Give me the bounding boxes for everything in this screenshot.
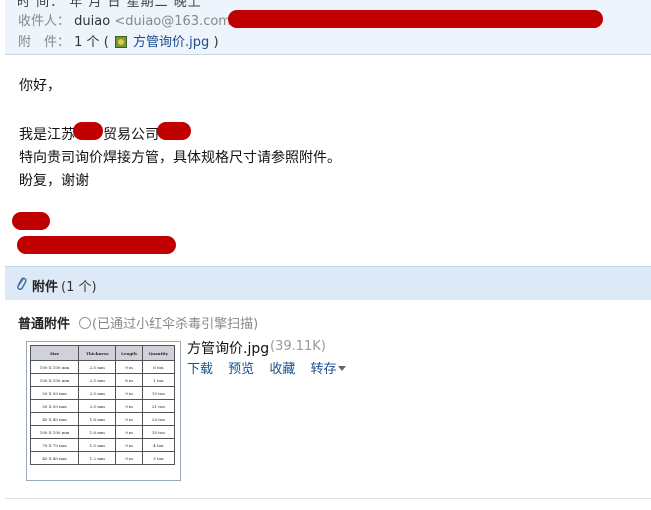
thumbnail-row: 100 X 100 mm 2.5 mm 6 m1 ton bbox=[29, 373, 176, 387]
thumbnail-cell: 20 ton bbox=[141, 412, 176, 426]
redaction-mark bbox=[12, 212, 50, 230]
attachment-close: ) bbox=[213, 35, 219, 50]
recipient-address[interactable]: <duiao@163.com>; bbox=[114, 14, 246, 29]
attachments-count: (1 个) bbox=[61, 280, 97, 295]
attachment-actions: 下载 预览 收藏 转存 bbox=[187, 358, 347, 377]
normal-attachments-title: 普通附件 bbox=[18, 317, 71, 332]
thumbnail-cell: 1.5 mm bbox=[78, 438, 117, 452]
thumbnail-header-cell: Quantity bbox=[141, 345, 176, 361]
thumbnail-cell: 6 m bbox=[115, 373, 143, 387]
thumbnail-row: 100 X 100 mm 1.8 mm 9 m 10 ton bbox=[29, 425, 176, 439]
thumbnail-cell: 100 X 100 mm bbox=[29, 360, 80, 374]
thumbnail-cell: 10 ton bbox=[141, 386, 176, 400]
mail-header: 时 间： 年 月 日 星期二 晚上 收件人： duiao <duiao@163.… bbox=[5, 0, 651, 55]
thumbnail-cell: 50 X 50 mm bbox=[29, 399, 80, 413]
thumbnail-cell: 40 X 40 mm bbox=[29, 412, 80, 426]
thumbnail-cell: 9 m bbox=[115, 412, 143, 426]
image-file-icon bbox=[114, 36, 127, 48]
preview-link[interactable]: 预览 bbox=[228, 362, 254, 377]
thumbnail-header-cell: Thickness bbox=[78, 345, 117, 361]
attachment-count: 1 个 ( bbox=[74, 35, 109, 50]
thumbnail-row: 50 X 50 mm 2.5 mm 9 m 21 ton bbox=[29, 399, 176, 413]
thumbnail-cell: 9 m bbox=[115, 451, 143, 465]
recipient-row: 收件人： duiao <duiao@163.com>; bbox=[18, 10, 246, 29]
thumbnail-cell: 100 X 100 mm bbox=[29, 425, 80, 439]
thumbnail-cell: 2.5 mm bbox=[78, 373, 117, 387]
thumbnail-cell: 2.5 mm bbox=[78, 360, 117, 374]
chevron-down-icon[interactable] bbox=[338, 366, 347, 371]
redaction-mark bbox=[157, 122, 191, 140]
thumbnail-cell: 2.5 mm bbox=[78, 399, 117, 413]
attachments-title: 附件 bbox=[32, 280, 59, 295]
save-to-label: 转存 bbox=[310, 362, 337, 377]
thumbnail-cell: 9 m bbox=[115, 399, 143, 413]
thumbnail-header-cell: Length bbox=[115, 345, 143, 361]
attachment-link[interactable]: 方管询价.jpg bbox=[133, 35, 209, 50]
thumbnail-cell: 9 m bbox=[115, 425, 143, 439]
thumbnail-cell: 40 X 40 mm bbox=[29, 451, 80, 465]
thumbnail-cell: 4 ton bbox=[141, 438, 176, 452]
favorite-link[interactable]: 收藏 bbox=[269, 362, 295, 377]
thumbnail-row: 50 X 50 mm 2.5 mm 9 m 10 ton bbox=[29, 386, 176, 400]
thumbnail-row: 40 X 40 mm 1.2 mm 9 m3 ton bbox=[29, 451, 176, 465]
thumbnail-row: 70 X 70 mm 1.5 mm 9 m4 ton bbox=[29, 438, 176, 452]
thumbnail-cell: 3 ton bbox=[141, 451, 176, 465]
recipient-name[interactable]: duiao bbox=[74, 14, 110, 29]
thumbnail-row: 40 X 40 mm 1.8 mm 9 m 20 ton bbox=[29, 412, 176, 426]
thumbnail-cell: 9 m bbox=[115, 438, 143, 452]
thumbnail-cell: 1.2 mm bbox=[78, 451, 117, 465]
thumbnail-cell: 10 ton bbox=[141, 425, 176, 439]
attachment-file-name: 方管询价.jpg bbox=[187, 341, 270, 357]
attachment-file-size: (39.11K) bbox=[270, 339, 326, 354]
intro-part-b: 贸易公司 bbox=[103, 127, 159, 143]
paperclip-icon bbox=[17, 277, 27, 290]
thumbnail-header-cell: Size bbox=[29, 345, 80, 361]
thumbnail-cell: 1.8 mm bbox=[78, 425, 117, 439]
thumbnail-cell: 100 X 100 mm bbox=[29, 373, 80, 387]
thumbnail-cell: 9 m bbox=[115, 360, 143, 374]
thumbnail-cell: 21 ton bbox=[141, 399, 176, 413]
closing-line: 盼复，谢谢 bbox=[19, 173, 89, 189]
thumbnail-cell: 6 ton bbox=[141, 360, 176, 374]
date-line: 时 间： 年 月 日 星期二 晚上 bbox=[17, 0, 202, 10]
attachment-label: 附 件： bbox=[18, 35, 71, 50]
virus-scan-status: (已通过小红伞杀毒引擎扫描) bbox=[79, 313, 258, 332]
attachments-header: 附件 (1 个) bbox=[5, 266, 651, 300]
attachment-row: 附 件： 1 个 ( 方管询价.jpg ) bbox=[18, 31, 219, 50]
download-link[interactable]: 下载 bbox=[187, 362, 213, 377]
intro-part-a: 我是江苏 bbox=[19, 127, 75, 143]
thumbnail-cell: 1.8 mm bbox=[78, 412, 117, 426]
attachment-thumbnail[interactable]: Size Thickness Length Quantity 100 X 100 mm… bbox=[26, 341, 181, 481]
request-line: 特向贵司询价焊接方管，具体规格尺寸请参照附件。 bbox=[19, 150, 341, 166]
redaction-mark bbox=[228, 10, 603, 28]
thumbnail-cell: 2.5 mm bbox=[78, 386, 117, 400]
scan-status-text: (已通过小红伞杀毒引擎扫描) bbox=[92, 317, 259, 332]
redaction-mark bbox=[73, 122, 103, 140]
thumbnail-row: 100 X 100 mm 2.5 mm 9 m6 ton bbox=[29, 360, 176, 374]
thumbnail-cell: 70 X 70 mm bbox=[29, 438, 80, 452]
redaction-mark bbox=[17, 236, 176, 254]
attachments-panel: 附件 (1 个) 普通附件 (已通过小红伞杀毒引擎扫描) Size Thickne… bbox=[5, 266, 651, 499]
thumbnail-cell: 50 X 50 mm bbox=[29, 386, 80, 400]
save-to-link[interactable]: 转存 bbox=[310, 362, 347, 377]
thumbnail-table: Size Thickness Length Quantity 100 X 100 mm… bbox=[29, 345, 176, 465]
greeting: 你好， bbox=[19, 78, 61, 94]
recipient-label: 收件人： bbox=[18, 14, 71, 29]
thumbnail-cell: 1 ton bbox=[141, 373, 176, 387]
scan-shield-icon bbox=[79, 317, 91, 329]
thumbnail-cell: 9 m bbox=[115, 386, 143, 400]
